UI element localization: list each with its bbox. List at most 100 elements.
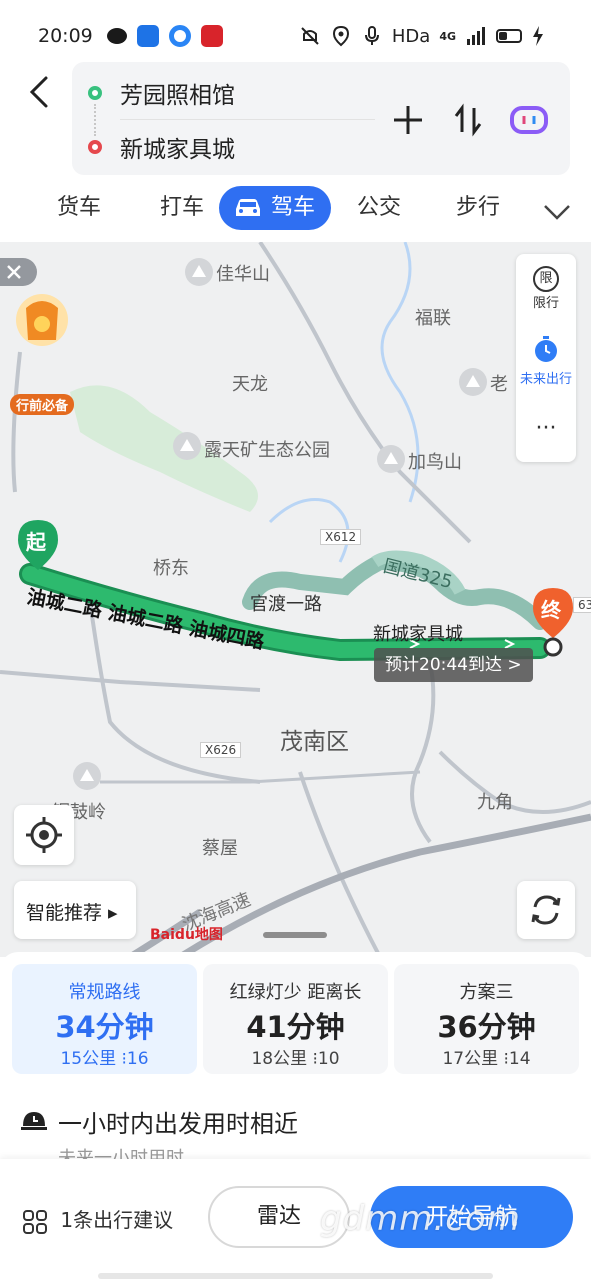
watermark: gdmm.com <box>320 1199 521 1239</box>
field-divider <box>120 119 375 120</box>
route-lights: 14 <box>508 1049 531 1069</box>
wechat-icon <box>106 28 127 44</box>
future-travel-button[interactable]: 未来出行 <box>516 336 576 387</box>
route-search-box: 芳园照相馆 新城家具城 <box>72 62 570 175</box>
map-label-tianlong: 天龙 <box>232 374 268 395</box>
origin-field[interactable]: 芳园照相馆 <box>120 76 235 110</box>
map-label-destination: 新城家具城 <box>373 624 463 645</box>
map-label-jiujiao: 九角 <box>477 792 513 813</box>
mountain-poi-icon <box>377 445 405 473</box>
route-lights: 16 <box>126 1049 149 1069</box>
route-lights: 10 <box>317 1049 340 1069</box>
smart-recommend-button[interactable]: 智能推荐 ▸ <box>14 881 136 939</box>
future-travel-label: 未来出行 <box>519 372 572 387</box>
tab-truck[interactable]: 货车 <box>57 186 101 230</box>
route-connector <box>94 104 96 136</box>
map-label-guandu: 官渡一路 <box>250 594 322 615</box>
departure-advice[interactable]: 一小时内出发用时相近 未来一小时用时 <box>20 1102 580 1169</box>
route-label: 常规路线 <box>68 982 141 1003</box>
route-distance: 15公里 <box>60 1049 117 1069</box>
ai-assistant-button[interactable] <box>508 102 550 138</box>
swap-icon <box>454 103 482 137</box>
map-label-fulian: 福联 <box>415 308 451 329</box>
tab-drive[interactable]: 驾车 <box>219 186 332 230</box>
more-options-button[interactable]: ··· <box>516 416 576 441</box>
map-label-lao: 老 <box>490 374 508 395</box>
route-option-2[interactable]: 红绿灯少 距离长 41分钟 18公里 ⁝10 <box>203 964 388 1074</box>
microphone-icon <box>361 25 383 47</box>
route-distance: 17公里 <box>442 1049 499 1069</box>
promo-badge[interactable]: 行前必备 <box>6 290 76 415</box>
map-side-panel: 限 限行 未来出行 ··· <box>516 254 576 462</box>
eta-chip[interactable]: 预计20:44到达 > <box>374 648 533 682</box>
more-modes-button[interactable] <box>542 194 572 238</box>
start-marker-label: 起 <box>26 530 46 554</box>
route-option-3[interactable]: 方案三 36分钟 17公里 ⁝14 <box>394 964 579 1074</box>
route-stats: 15公里 ⁝16 <box>12 1044 197 1069</box>
back-button[interactable] <box>24 74 56 110</box>
chevron-down-icon <box>544 205 570 220</box>
assistant-icon <box>510 106 548 134</box>
route-duration: 34分钟 <box>55 1010 154 1044</box>
refresh-route-button[interactable] <box>517 881 575 939</box>
clock-icon <box>535 336 557 362</box>
status-time: 20:09 <box>38 25 93 47</box>
tab-drive-label: 驾车 <box>271 195 316 220</box>
route-option-1[interactable]: 常规路线 34分钟 15公里 ⁝16 <box>12 964 197 1074</box>
tab-transit[interactable]: 公交 <box>357 186 401 230</box>
browser-icon <box>168 25 191 47</box>
road-badge-x626: X626 <box>200 742 242 758</box>
promo-label: 行前必备 <box>10 394 75 415</box>
park-poi-icon <box>173 432 201 460</box>
end-marker-label: 终 <box>541 598 561 622</box>
route-stats: 17公里 ⁝14 <box>394 1044 579 1069</box>
swap-button[interactable] <box>450 102 486 138</box>
travel-advice-link[interactable]: 1条出行建议 <box>22 1204 173 1235</box>
chevron-left-icon <box>29 76 48 108</box>
battery-icon <box>496 29 522 43</box>
locate-me-button[interactable] <box>14 805 74 865</box>
signal-type: 4G <box>439 29 456 43</box>
map-label-park: 露天矿生态公园 <box>204 440 330 461</box>
tab-taxi[interactable]: 打车 <box>160 186 204 230</box>
car-icon <box>236 199 260 216</box>
network-type: HDa <box>391 25 431 47</box>
mountain-poi-icon <box>73 762 101 790</box>
close-icon <box>7 265 21 279</box>
route-duration: 36分钟 <box>437 1010 536 1044</box>
route-distance: 18公里 <box>251 1049 308 1069</box>
bottom-action-bar: 1条出行建议 雷达 开始导航 gdmm.com <box>0 1159 591 1280</box>
travel-advice-label: 1条出行建议 <box>60 1208 174 1232</box>
map-label-jiahuashan: 佳华山 <box>216 264 270 285</box>
add-waypoint-button[interactable] <box>390 102 426 138</box>
tab-walk[interactable]: 步行 <box>456 186 500 230</box>
refresh-icon <box>531 895 561 925</box>
map-label-caiwu: 蔡屋 <box>202 838 238 859</box>
limit-label: 限行 <box>532 296 559 311</box>
end-marker[interactable]: 终 <box>530 586 576 660</box>
destination-dot <box>88 140 102 154</box>
baidu-map-logo: Baidu地图 <box>150 927 223 943</box>
grid-icon <box>23 1209 47 1234</box>
limit-icon: 限 <box>533 266 559 292</box>
map-view[interactable]: 行前必备 佳华山 福联 天龙 老 露天矿生态公园 加鸟山 桥东 X612 国道3… <box>0 242 591 957</box>
route-duration: 41分钟 <box>246 1010 345 1044</box>
map-label-maonan: 茂南区 <box>280 729 349 755</box>
signal-icon <box>465 25 487 47</box>
crosshair-icon <box>26 817 62 853</box>
close-promo-button[interactable] <box>0 258 37 286</box>
route-label: 红绿灯少 距离长 <box>229 982 362 1003</box>
road-badge-x612: X612 <box>320 529 362 545</box>
destination-field[interactable]: 新城家具城 <box>120 130 235 164</box>
zhihu-icon <box>136 25 159 47</box>
sheet-drag-handle[interactable] <box>263 932 327 938</box>
travel-mode-tabs: 货车 打车 驾车 公交 步行 <box>0 186 591 232</box>
home-indicator[interactable] <box>98 1273 493 1279</box>
charging-icon <box>531 25 553 47</box>
limit-button[interactable]: 限 限行 <box>516 266 576 311</box>
time-icon <box>21 1112 47 1130</box>
start-marker[interactable]: 起 <box>16 518 60 574</box>
map-label-qiaodong: 桥东 <box>153 558 189 579</box>
map-label-jianiaoshan: 加鸟山 <box>408 452 462 473</box>
status-indicators: HDa 4G <box>299 25 553 47</box>
